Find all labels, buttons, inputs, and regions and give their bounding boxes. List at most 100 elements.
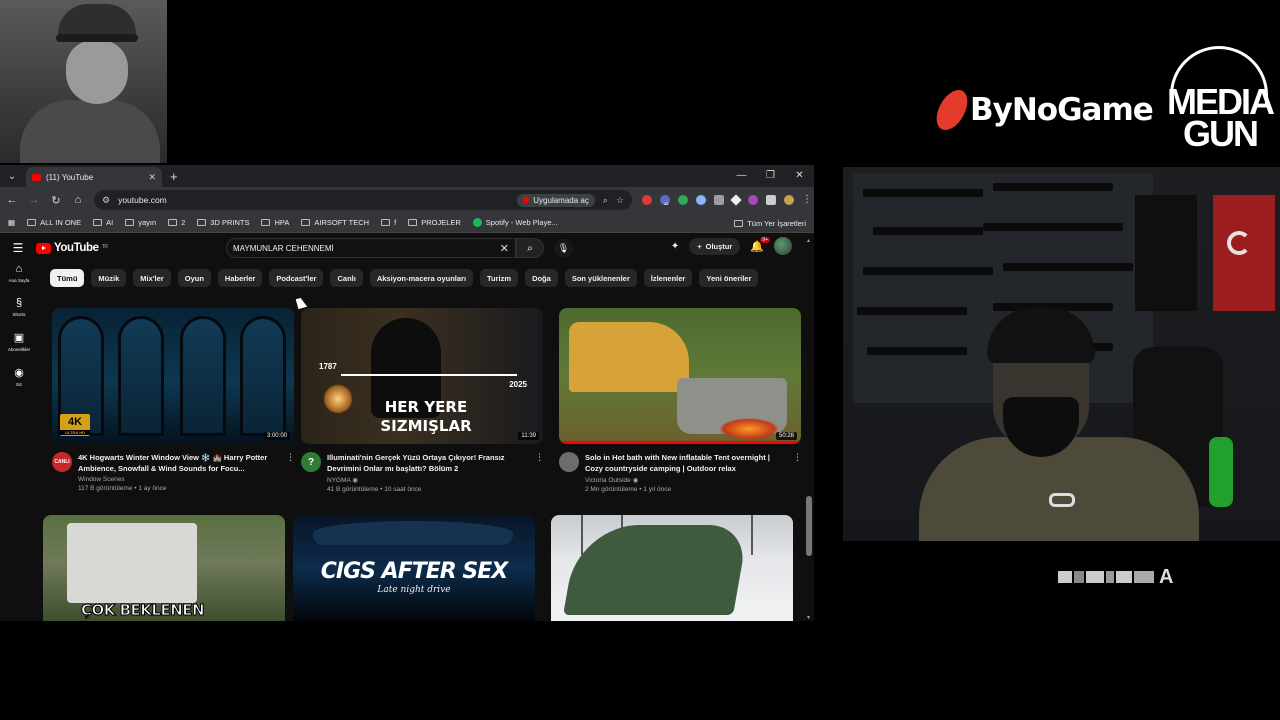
- chip[interactable]: Podcast'ler: [269, 269, 324, 287]
- bookmark-spotify[interactable]: Spotify - Web Playe...: [472, 218, 558, 227]
- page-scrollbar[interactable]: ▲ ▼: [806, 238, 812, 621]
- channel-name[interactable]: NYGMA ◉: [327, 476, 529, 484]
- video-card[interactable]: 4K ULTRA HD 3:00:00 CANLI 4K Hogwarts Win…: [52, 308, 295, 492]
- clear-search-icon[interactable]: ✕: [500, 242, 509, 255]
- video-title[interactable]: Solo in Hot bath with New inflatable Ten…: [585, 452, 787, 474]
- extension-red-icon[interactable]: [642, 195, 652, 205]
- video-thumbnail[interactable]: 4K ULTRA HD 3:00:00: [52, 308, 294, 444]
- filter-chips: Tümü Müzik Mix'ler Oyun Haberler Podcast…: [50, 269, 759, 287]
- chip-all[interactable]: Tümü: [50, 269, 85, 287]
- guide-menu-icon[interactable]: ☰: [0, 241, 36, 255]
- video-card[interactable]: ÇOK BEKLENEN: [43, 515, 285, 621]
- bookmark-item[interactable]: f: [381, 218, 396, 227]
- voice-search-button[interactable]: 🎙: [554, 239, 573, 258]
- tab-search-icon[interactable]: ⌄: [2, 166, 22, 186]
- chip[interactable]: Turizm: [480, 269, 519, 287]
- more-actions-icon[interactable]: ⋮: [286, 452, 295, 492]
- chip[interactable]: İzlenenler: [643, 269, 693, 287]
- more-actions-icon[interactable]: ⋮: [535, 452, 544, 493]
- video-card[interactable]: CIGS AFTER SEX Late night drive: [293, 515, 535, 621]
- notifications-button[interactable]: 🔔 9+: [750, 236, 770, 253]
- chip[interactable]: Yeni öneriler: [699, 269, 759, 287]
- chip[interactable]: Canlı: [330, 269, 363, 287]
- verified-icon: ◉: [352, 477, 358, 484]
- chip[interactable]: Aksiyon-macera oyunları: [369, 269, 474, 287]
- chip[interactable]: Son yüklenenler: [564, 269, 637, 287]
- video-thumbnail[interactable]: [551, 515, 793, 621]
- bookmark-item[interactable]: AIRSOFT TECH: [301, 218, 369, 227]
- scroll-down-icon[interactable]: ▼: [806, 615, 811, 621]
- search-button[interactable]: ⌕: [516, 238, 544, 258]
- video-title[interactable]: 4K Hogwarts Winter Window View ❄️ 🏰 Harr…: [78, 452, 280, 474]
- mediagun-logo: MEDIA GUN: [1162, 44, 1276, 154]
- video-thumbnail[interactable]: 50:28: [559, 308, 801, 444]
- bookmark-item[interactable]: PROJELER: [408, 218, 461, 227]
- channel-avatar[interactable]: ?: [301, 452, 321, 472]
- forward-icon[interactable]: →: [28, 194, 40, 206]
- scrollbar-thumb[interactable]: [806, 496, 812, 556]
- video-thumbnail[interactable]: ÇOK BEKLENEN: [43, 515, 285, 621]
- bookmark-item[interactable]: ALL IN ONE: [27, 218, 81, 227]
- bookmark-item[interactable]: HPA: [261, 218, 289, 227]
- search-input[interactable]: MAYMUNLAR CEHENNEMİ ✕: [226, 238, 516, 258]
- scroll-up-icon[interactable]: ▲: [806, 238, 811, 244]
- guide-item-you[interactable]: ◉ Siz: [0, 366, 38, 387]
- extension-purple-icon[interactable]: [748, 195, 758, 205]
- video-card[interactable]: 1787 2025 HER YERE SIZMIŞLAR 11:39 ? Ill…: [301, 308, 544, 493]
- turkish-flag: [1213, 195, 1275, 311]
- bookmark-star-icon[interactable]: ☆: [616, 195, 624, 206]
- bookmark-item[interactable]: AI: [93, 218, 113, 227]
- video-thumbnail[interactable]: 1787 2025 HER YERE SIZMIŞLAR 11:39: [301, 308, 543, 444]
- guide-item-subscriptions[interactable]: ▣ Abonelikler: [0, 331, 38, 352]
- more-actions-icon[interactable]: ⋮: [793, 452, 802, 493]
- reload-icon[interactable]: ↻: [50, 194, 62, 207]
- menu-icon[interactable]: ⋮: [802, 195, 812, 205]
- chip[interactable]: Müzik: [91, 269, 127, 287]
- video-thumbnail[interactable]: CIGS AFTER SEX Late night drive: [293, 515, 535, 621]
- chip[interactable]: Haberler: [217, 269, 263, 287]
- close-tab-icon[interactable]: ✕: [148, 172, 156, 183]
- gem-icon[interactable]: ✦: [671, 241, 679, 252]
- video-title[interactable]: Illuminati'nin Gerçek Yüzü Ortaya Çıkıyo…: [327, 452, 529, 474]
- bookmark-item[interactable]: yayın: [125, 218, 156, 227]
- address-bar[interactable]: ⚙ youtube.com Uygulamada aç ⌕ ☆: [94, 190, 632, 210]
- site-settings-icon[interactable]: ⚙: [102, 195, 110, 206]
- puzzle-icon[interactable]: [766, 195, 776, 205]
- create-button[interactable]: + Oluştur: [689, 237, 741, 255]
- channel-name[interactable]: Window Scenes: [78, 476, 280, 483]
- extension-blue-icon[interactable]: [696, 195, 706, 205]
- video-card[interactable]: 50:28 Solo in Hot bath with New inflatab…: [559, 308, 802, 493]
- minimize-icon[interactable]: —: [727, 165, 756, 187]
- shield-icon[interactable]: [714, 195, 724, 205]
- apps-icon[interactable]: ▦: [8, 218, 15, 227]
- subscriptions-icon: ▣: [13, 332, 25, 344]
- guide-item-home[interactable]: ⌂ Ana Sayfa: [0, 263, 38, 283]
- extension-diamond-icon[interactable]: [730, 194, 742, 206]
- channel-avatar[interactable]: CANLI: [52, 452, 72, 472]
- chip[interactable]: Doğa: [525, 269, 558, 287]
- back-icon[interactable]: ←: [6, 194, 18, 206]
- close-window-icon[interactable]: ✕: [785, 165, 814, 187]
- avatar[interactable]: [774, 237, 792, 255]
- new-tab-icon[interactable]: +: [170, 169, 178, 184]
- youtube-logo[interactable]: YouTube TR: [36, 242, 108, 254]
- extension-badge-icon[interactable]: 12: [660, 195, 670, 206]
- extensions-area: 12 ⋮: [642, 194, 812, 206]
- profile-avatar-icon[interactable]: [784, 195, 794, 205]
- open-in-app-button[interactable]: Uygulamada aç: [517, 193, 595, 207]
- channel-avatar[interactable]: [559, 452, 579, 472]
- tab-youtube[interactable]: (11) YouTube ✕: [26, 167, 162, 187]
- video-card[interactable]: [551, 515, 793, 621]
- bookmark-item[interactable]: 3D PRINTS: [197, 218, 249, 227]
- zoom-icon[interactable]: ⌕: [603, 195, 608, 206]
- duration-badge: 3:00:00: [263, 432, 290, 440]
- all-bookmarks[interactable]: Tüm Yer İşaretleri: [734, 213, 806, 233]
- guide-item-shorts[interactable]: § Shorts: [0, 297, 38, 317]
- chip[interactable]: Mix'ler: [133, 269, 171, 287]
- grammarly-icon[interactable]: [678, 195, 688, 205]
- bookmark-item[interactable]: 2: [168, 218, 185, 227]
- chip[interactable]: Oyun: [177, 269, 211, 287]
- home-icon[interactable]: ⌂: [72, 194, 84, 206]
- channel-name[interactable]: Victoria Outside ◉: [585, 476, 787, 484]
- restore-icon[interactable]: ❐: [756, 165, 785, 187]
